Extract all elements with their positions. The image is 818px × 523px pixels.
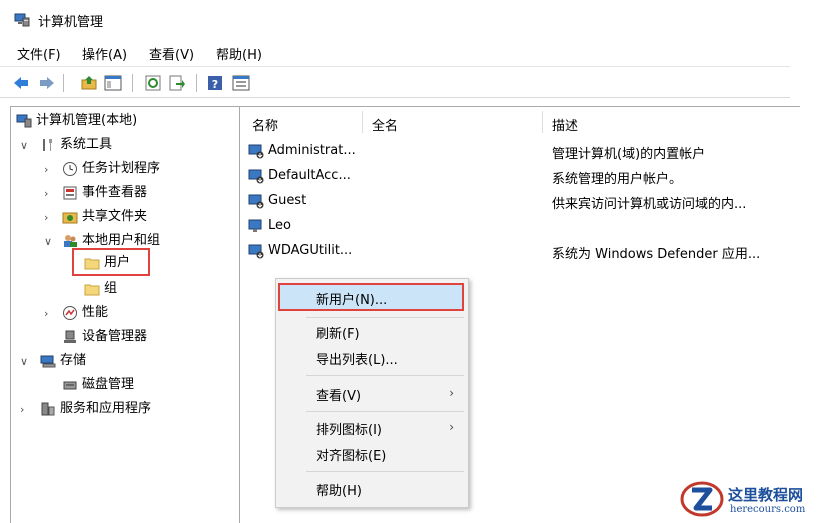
toolbar-divider bbox=[132, 74, 133, 92]
storage-icon bbox=[40, 355, 56, 367]
menu-separator bbox=[306, 375, 464, 376]
clock-icon bbox=[63, 161, 77, 176]
tree-item-disk-management[interactable]: 磁盘管理 bbox=[62, 374, 134, 396]
context-menu: 新用户(N)... 刷新(F) 导出列表(L)... 查看(V) › 排列图标(… bbox=[275, 278, 469, 508]
watermark-logo-icon bbox=[680, 481, 724, 517]
tree-item-groups[interactable]: 组 bbox=[84, 278, 117, 300]
up-folder-icon[interactable] bbox=[80, 74, 98, 92]
column-header-description[interactable]: 描述 bbox=[552, 115, 578, 134]
menu-item-arrange-icons[interactable]: 排列图标(I) bbox=[316, 419, 382, 438]
chevron-down-icon[interactable]: ∨ bbox=[20, 139, 28, 152]
menu-file[interactable]: 文件(F) bbox=[17, 44, 61, 63]
disabled-user-icon bbox=[248, 194, 264, 208]
watermark-url: herecours.com bbox=[730, 504, 806, 515]
chevron-right-icon[interactable]: › bbox=[20, 403, 24, 416]
tree-item-computer-management[interactable]: 计算机管理(本地) bbox=[16, 110, 137, 132]
submenu-arrow-icon: › bbox=[449, 386, 454, 400]
folder-icon bbox=[84, 284, 100, 295]
menu-bar: 文件(F) 操作(A) 查看(V) 帮助(H) bbox=[0, 40, 790, 67]
chevron-right-icon[interactable]: › bbox=[44, 187, 48, 200]
properties-icon[interactable] bbox=[232, 74, 250, 92]
menu-item-new-user[interactable]: 新用户(N)... bbox=[316, 289, 387, 308]
svg-text:?: ? bbox=[212, 78, 218, 91]
chevron-right-icon[interactable]: › bbox=[44, 211, 48, 224]
disabled-user-icon bbox=[248, 244, 264, 258]
toolbar: ? bbox=[0, 67, 790, 98]
forward-icon[interactable] bbox=[38, 74, 56, 92]
disabled-user-icon bbox=[248, 169, 264, 183]
column-header-name[interactable]: 名称 bbox=[252, 115, 278, 134]
menu-view[interactable]: 查看(V) bbox=[149, 44, 194, 63]
menu-separator bbox=[306, 411, 464, 412]
user-description: 供来宾访问计算机或访问域的内... bbox=[552, 197, 747, 212]
menu-item-export-list[interactable]: 导出列表(L)... bbox=[316, 349, 398, 368]
user-row-wdagutility[interactable]: WDAGUtilit... bbox=[248, 240, 352, 262]
computer-management-icon bbox=[16, 114, 32, 127]
user-description: 系统管理的用户帐户。 bbox=[552, 172, 683, 187]
menu-separator bbox=[306, 471, 464, 472]
menu-separator bbox=[306, 317, 464, 318]
tree-item-services-apps[interactable]: 服务和应用程序 bbox=[40, 398, 151, 420]
toolbar-divider bbox=[196, 74, 197, 92]
column-divider[interactable] bbox=[362, 111, 363, 133]
device-manager-icon bbox=[64, 330, 76, 343]
help-icon[interactable]: ? bbox=[206, 74, 224, 92]
chevron-down-icon[interactable]: ∨ bbox=[20, 355, 28, 368]
tree-item-storage[interactable]: 存储 bbox=[40, 350, 86, 372]
user-description: 管理计算机(域)的内置帐户 bbox=[552, 147, 706, 162]
refresh-icon[interactable] bbox=[144, 74, 162, 92]
menu-help[interactable]: 帮助(H) bbox=[216, 44, 262, 63]
folder-icon bbox=[84, 258, 100, 269]
user-row-guest[interactable]: Guest bbox=[248, 190, 306, 212]
system-tools-icon bbox=[43, 138, 52, 151]
services-icon bbox=[41, 402, 55, 415]
menu-action[interactable]: 操作(A) bbox=[82, 44, 127, 63]
user-icon bbox=[248, 219, 262, 232]
tree-item-system-tools[interactable]: 系统工具 bbox=[40, 134, 112, 156]
chevron-right-icon[interactable]: › bbox=[44, 163, 48, 176]
computer-management-icon bbox=[14, 13, 30, 27]
user-row-administrator[interactable]: Administrat... bbox=[248, 140, 356, 162]
title-bar: 计算机管理 bbox=[0, 0, 818, 40]
chevron-right-icon[interactable]: › bbox=[44, 307, 48, 320]
submenu-arrow-icon: › bbox=[449, 420, 454, 434]
chevron-down-icon[interactable]: ∨ bbox=[44, 235, 52, 248]
disk-icon bbox=[63, 381, 77, 389]
users-group-icon bbox=[64, 234, 77, 247]
column-divider[interactable] bbox=[542, 111, 543, 133]
menu-item-refresh[interactable]: 刷新(F) bbox=[316, 323, 360, 342]
export-list-icon[interactable] bbox=[168, 74, 186, 92]
menu-item-view[interactable]: 查看(V) bbox=[316, 385, 361, 404]
window-title: 计算机管理 bbox=[38, 15, 104, 30]
toolbar-divider bbox=[63, 74, 64, 92]
user-row-defaultaccount[interactable]: DefaultAcc... bbox=[248, 165, 351, 187]
column-header-full-name[interactable]: 全名 bbox=[372, 115, 398, 134]
event-viewer-icon bbox=[63, 186, 77, 199]
tree-item-performance[interactable]: 性能 bbox=[62, 302, 108, 324]
user-description: 系统为 Windows Defender 应用... bbox=[552, 247, 761, 262]
tree-item-shared-folders[interactable]: 共享文件夹 bbox=[62, 206, 147, 228]
tree-item-event-viewer[interactable]: 事件查看器 bbox=[62, 182, 147, 204]
back-icon[interactable] bbox=[12, 74, 30, 92]
shared-folder-icon bbox=[62, 212, 78, 223]
tree-item-device-manager[interactable]: 设备管理器 bbox=[62, 326, 147, 348]
menu-item-help[interactable]: 帮助(H) bbox=[316, 480, 362, 499]
performance-icon bbox=[63, 305, 77, 320]
show-hide-tree-icon[interactable] bbox=[104, 74, 122, 92]
disabled-user-icon bbox=[248, 144, 264, 158]
tree-item-users[interactable]: 用户 bbox=[84, 252, 130, 274]
site-watermark: 这里教程网 herecours.com bbox=[672, 476, 818, 522]
user-row-leo[interactable]: Leo bbox=[248, 215, 291, 237]
watermark-name: 这里教程网 bbox=[728, 486, 804, 504]
menu-item-align-icons[interactable]: 对齐图标(E) bbox=[316, 445, 386, 464]
tree-item-task-scheduler[interactable]: 任务计划程序 bbox=[62, 158, 160, 180]
